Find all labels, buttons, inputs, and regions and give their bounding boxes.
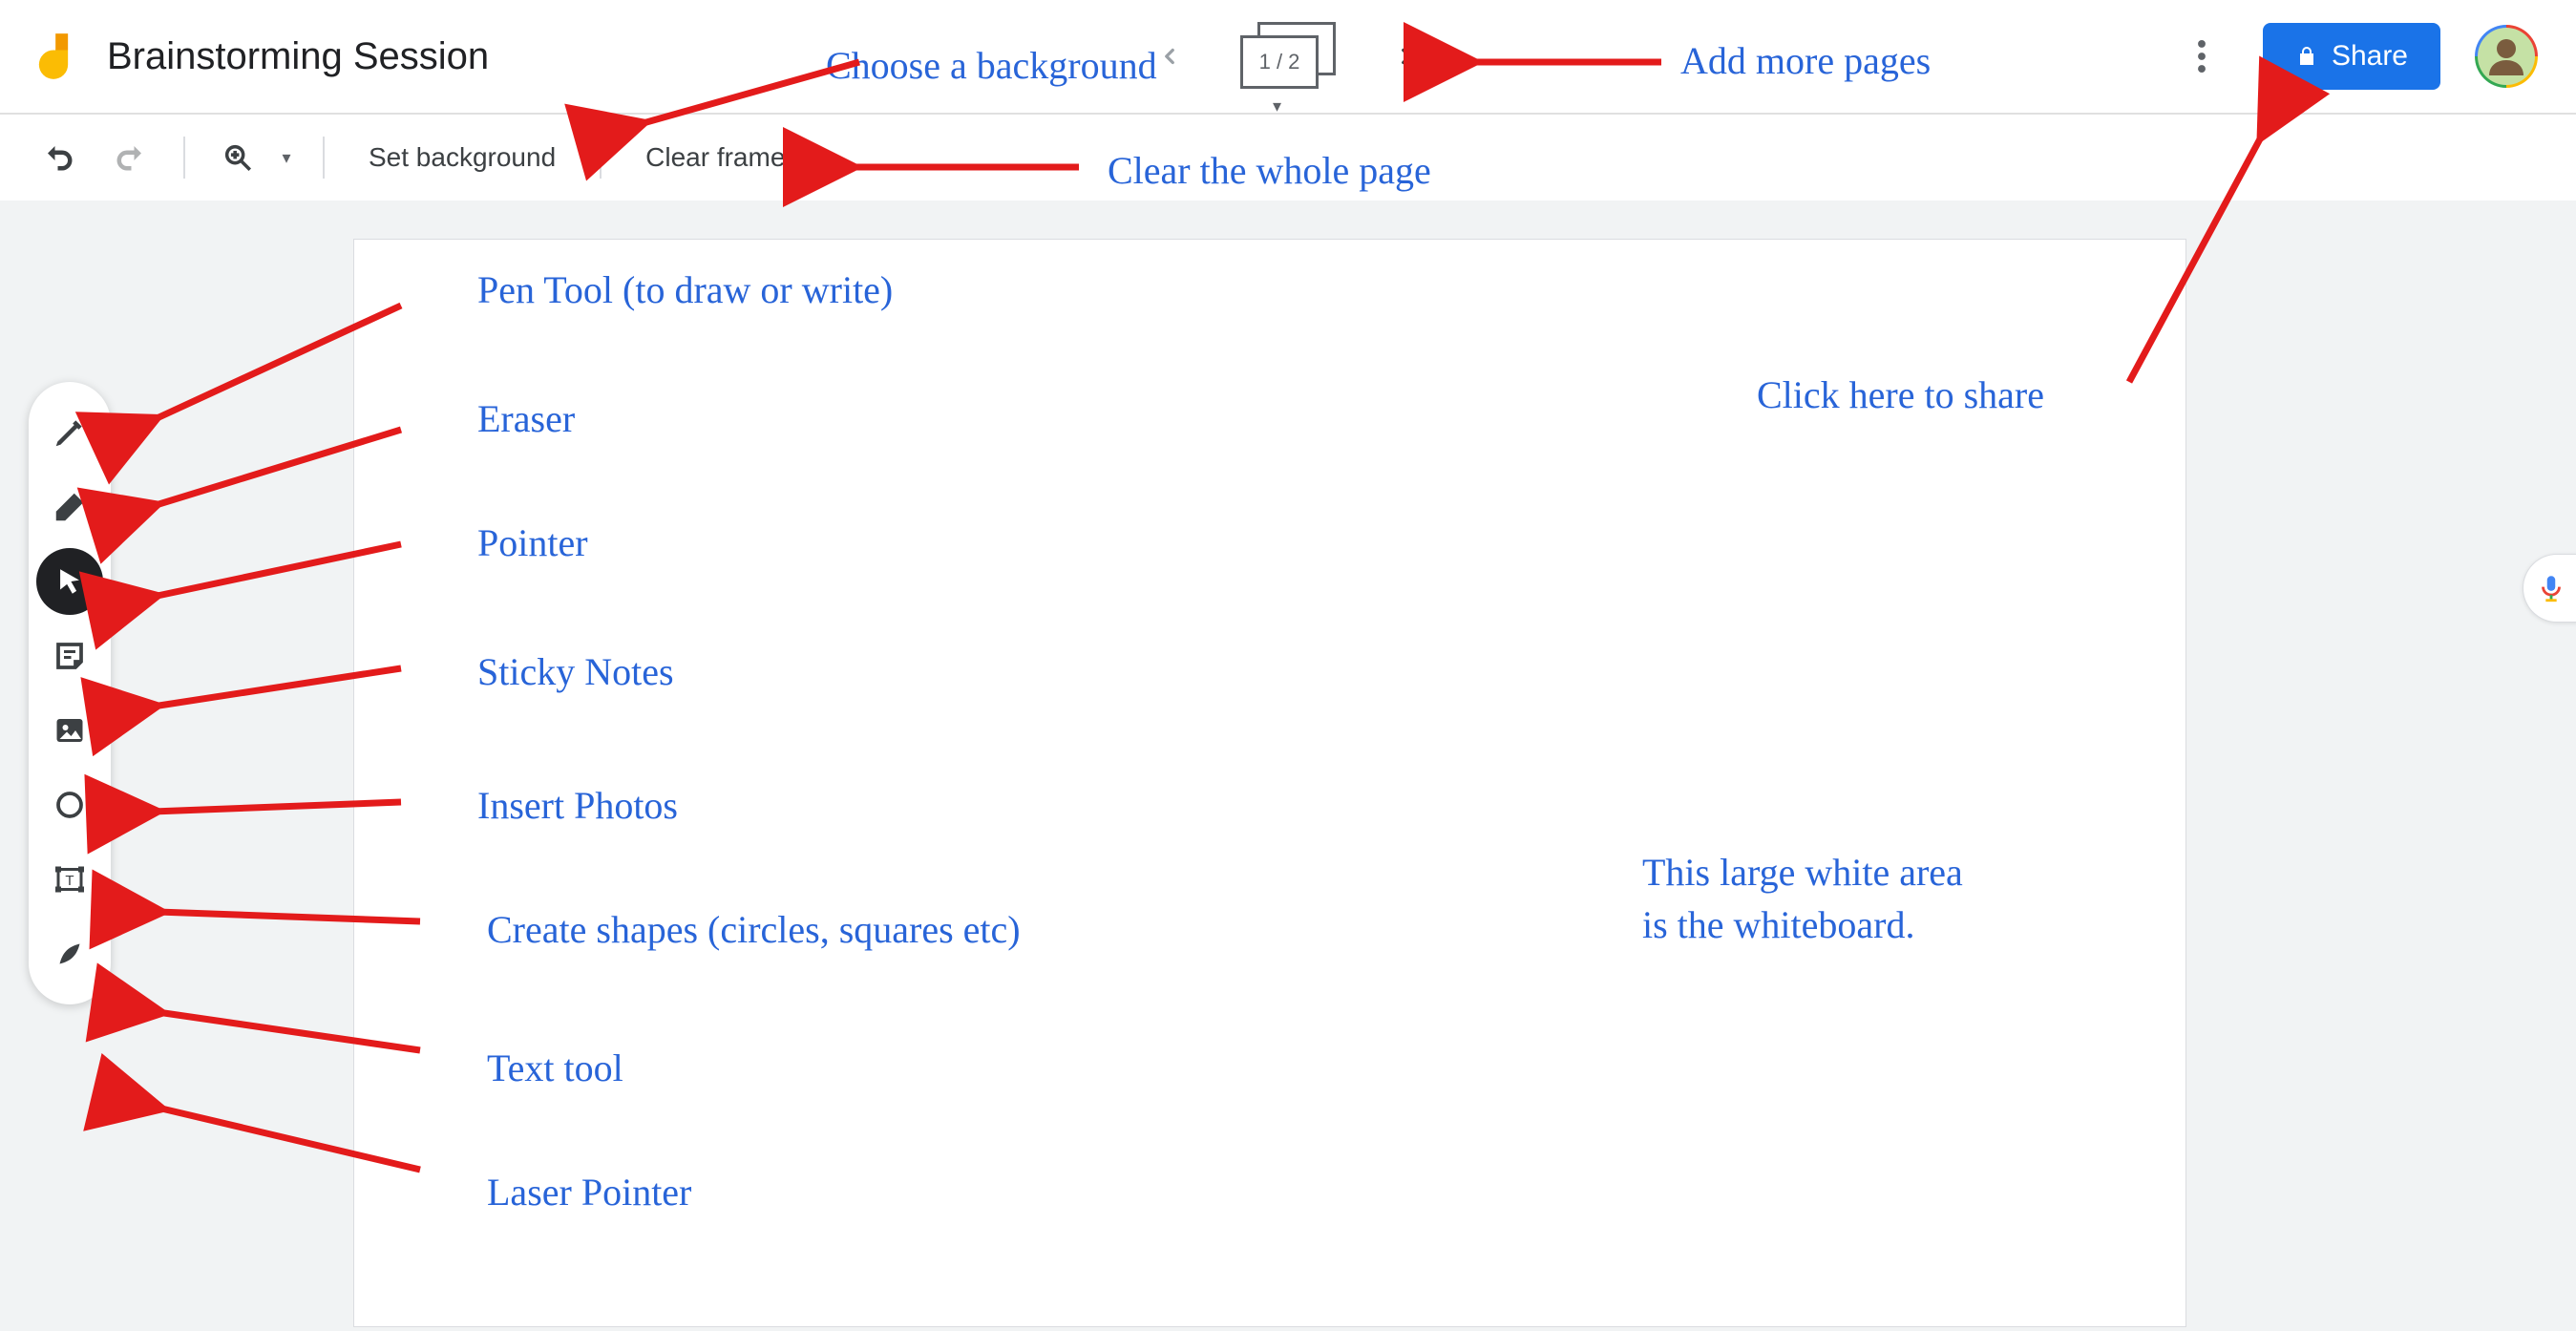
eraser-tool[interactable] (36, 474, 103, 540)
lock-icon (2295, 45, 2318, 68)
canvas-area (0, 201, 2576, 1331)
set-background-button[interactable]: Set background (348, 129, 577, 186)
sticky-note-tool[interactable] (36, 623, 103, 689)
image-tool[interactable] (36, 697, 103, 764)
more-options-button[interactable] (2175, 30, 2228, 83)
pointer-tool[interactable] (36, 548, 103, 615)
caret-down-icon: ▾ (282, 148, 290, 168)
next-page-button[interactable] (1387, 37, 1425, 75)
zoom-button[interactable] (208, 129, 267, 186)
toolbar-separator (600, 137, 602, 179)
whiteboard-canvas[interactable] (353, 239, 2186, 1327)
jamboard-logo-icon (29, 32, 78, 81)
clear-frame-button[interactable]: Clear frame (624, 129, 806, 186)
app-header: Brainstorming Session 1 / 2 ▾ Share (0, 0, 2576, 115)
share-button-label: Share (2332, 40, 2408, 73)
page-indicator[interactable]: 1 / 2 ▾ (1240, 22, 1336, 91)
zoom-dropdown[interactable]: ▾ (271, 129, 300, 186)
secondary-toolbar: ▾ Set background Clear frame (0, 115, 2576, 201)
page-dropdown-caret-icon: ▾ (1273, 96, 1281, 116)
page-count-label: 1 / 2 (1259, 50, 1300, 74)
pen-tool[interactable]: ▸ (36, 399, 103, 466)
toolbar-separator (323, 137, 325, 179)
prev-page-button[interactable] (1151, 37, 1189, 75)
page-navigator: 1 / 2 ▾ (1151, 22, 1425, 91)
redo-button[interactable] (99, 129, 160, 186)
toolbar-separator (183, 137, 185, 179)
expand-caret-icon: ▸ (110, 425, 116, 441)
undo-button[interactable] (29, 129, 90, 186)
tool-palette: ▸ ▸ T (29, 382, 111, 1004)
svg-text:T: T (65, 873, 74, 889)
shape-tool[interactable]: ▸ (36, 771, 103, 838)
account-avatar[interactable] (2475, 25, 2538, 88)
microphone-icon (2535, 572, 2567, 604)
document-title[interactable]: Brainstorming Session (107, 35, 489, 78)
expand-caret-icon: ▸ (110, 797, 116, 813)
text-box-tool[interactable]: T (36, 846, 103, 913)
laser-pointer-tool[interactable] (36, 920, 103, 987)
share-button[interactable]: Share (2263, 23, 2440, 90)
